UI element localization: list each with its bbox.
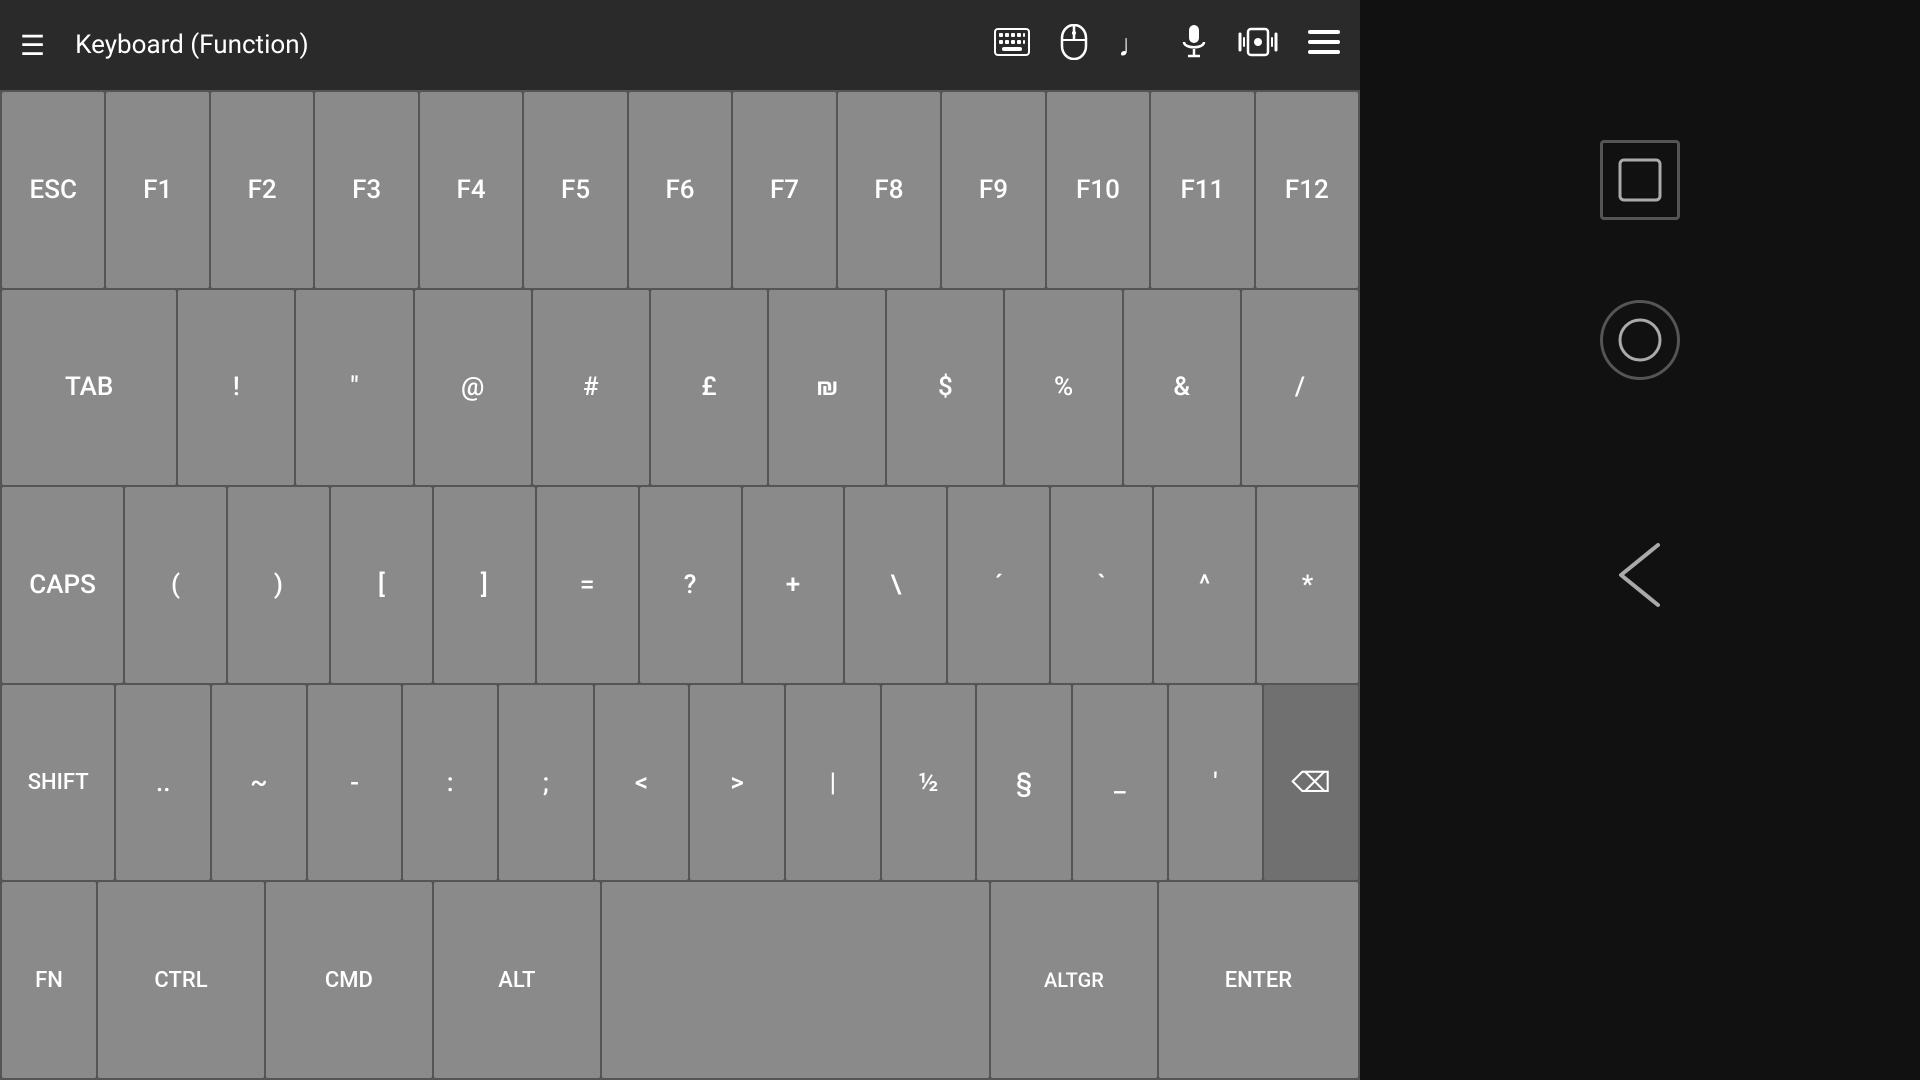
keyboard-icon[interactable] <box>994 28 1030 63</box>
key-tab[interactable]: TAB <box>2 290 176 486</box>
key-at[interactable]: @ <box>415 290 531 486</box>
key-dotdot[interactable]: .. <box>116 685 210 881</box>
header-title: Keyboard (Function) <box>75 30 974 60</box>
key-pound[interactable]: £ <box>651 290 767 486</box>
menu-icon[interactable]: ☰ <box>20 29 45 62</box>
key-greater[interactable]: > <box>690 685 784 881</box>
key-space[interactable] <box>602 882 989 1078</box>
back-button[interactable] <box>1613 540 1668 614</box>
lines-icon[interactable] <box>1308 28 1340 63</box>
key-hash[interactable]: # <box>533 290 649 486</box>
key-f8[interactable]: F8 <box>838 92 940 288</box>
key-lparen[interactable]: ( <box>125 487 226 683</box>
key-caps[interactable]: CAPS <box>2 487 123 683</box>
key-f11[interactable]: F11 <box>1151 92 1253 288</box>
key-grave[interactable]: ` <box>1051 487 1152 683</box>
key-backspace[interactable]: ⌫ <box>1264 685 1358 881</box>
key-semicolon[interactable]: ; <box>499 685 593 881</box>
key-f12[interactable]: F12 <box>1256 92 1358 288</box>
key-less[interactable]: < <box>595 685 689 881</box>
key-f5[interactable]: F5 <box>524 92 626 288</box>
key-ampersand[interactable]: & <box>1124 290 1240 486</box>
key-exclaim[interactable]: ! <box>178 290 294 486</box>
key-equals[interactable]: = <box>537 487 638 683</box>
key-half[interactable]: ½ <box>882 685 976 881</box>
key-row-1: ESC F1 F2 F3 F4 F5 F6 F7 F8 F9 F10 F11 F… <box>2 92 1358 288</box>
key-shift[interactable]: SHIFT <box>2 685 114 881</box>
key-f2[interactable]: F2 <box>211 92 313 288</box>
mic-icon[interactable] <box>1180 24 1208 67</box>
keyboard-area: ☰ Keyboard (Function) <box>0 0 1360 1080</box>
key-alt[interactable]: ALT <box>434 882 600 1078</box>
key-rparen[interactable]: ) <box>228 487 329 683</box>
key-percent[interactable]: % <box>1005 290 1121 486</box>
vibrate-icon[interactable] <box>1238 24 1278 67</box>
key-row-5: FN CTRL CMD ALT ALTGR ENTER <box>2 882 1358 1078</box>
key-tilde[interactable]: ~ <box>212 685 306 881</box>
music-icon[interactable]: ♩ <box>1118 26 1150 64</box>
key-underscore[interactable]: _ <box>1073 685 1167 881</box>
key-question[interactable]: ? <box>640 487 741 683</box>
key-minus[interactable]: - <box>308 685 402 881</box>
key-f1[interactable]: F1 <box>106 92 208 288</box>
key-colon[interactable]: : <box>403 685 497 881</box>
key-shekel[interactable]: ₪ <box>769 290 885 486</box>
key-f10[interactable]: F10 <box>1047 92 1149 288</box>
key-asterisk[interactable]: * <box>1257 487 1358 683</box>
key-altgr[interactable]: ALTGR <box>991 882 1157 1078</box>
header: ☰ Keyboard (Function) <box>0 0 1360 90</box>
key-pipe[interactable]: | <box>786 685 880 881</box>
key-f4[interactable]: F4 <box>420 92 522 288</box>
header-icons: ♩ <box>994 24 1340 67</box>
key-row-2: TAB ! " @ # £ ₪ $ % & / <box>2 290 1358 486</box>
key-lbracket[interactable]: [ <box>331 487 432 683</box>
circle-button[interactable] <box>1600 300 1680 380</box>
key-section[interactable]: § <box>977 685 1071 881</box>
key-fn[interactable]: FN <box>2 882 96 1078</box>
key-row-3: CAPS ( ) [ ] = ? + \ ´ ` ^ * <box>2 487 1358 683</box>
right-panel <box>1360 0 1920 1080</box>
key-quote[interactable]: " <box>296 290 412 486</box>
key-f6[interactable]: F6 <box>629 92 731 288</box>
key-apos[interactable]: ' <box>1169 685 1263 881</box>
key-f3[interactable]: F3 <box>315 92 417 288</box>
key-f7[interactable]: F7 <box>733 92 835 288</box>
mouse-icon[interactable] <box>1060 24 1088 67</box>
key-esc[interactable]: ESC <box>2 92 104 288</box>
key-slash[interactable]: / <box>1242 290 1358 486</box>
key-backslash[interactable]: \ <box>845 487 946 683</box>
key-acute[interactable]: ´ <box>948 487 1049 683</box>
key-plus[interactable]: + <box>743 487 844 683</box>
keyboard-grid: ESC F1 F2 F3 F4 F5 F6 F7 F8 F9 F10 F11 F… <box>0 90 1360 1080</box>
key-cmd[interactable]: CMD <box>266 882 432 1078</box>
square-button[interactable] <box>1600 140 1680 220</box>
key-f9[interactable]: F9 <box>942 92 1044 288</box>
key-rbracket[interactable]: ] <box>434 487 535 683</box>
key-ctrl[interactable]: CTRL <box>98 882 264 1078</box>
key-caret[interactable]: ^ <box>1154 487 1255 683</box>
key-dollar[interactable]: $ <box>887 290 1003 486</box>
key-enter[interactable]: ENTER <box>1159 882 1358 1078</box>
key-row-4: SHIFT .. ~ - : ; < > | ½ § _ ' ⌫ <box>2 685 1358 881</box>
